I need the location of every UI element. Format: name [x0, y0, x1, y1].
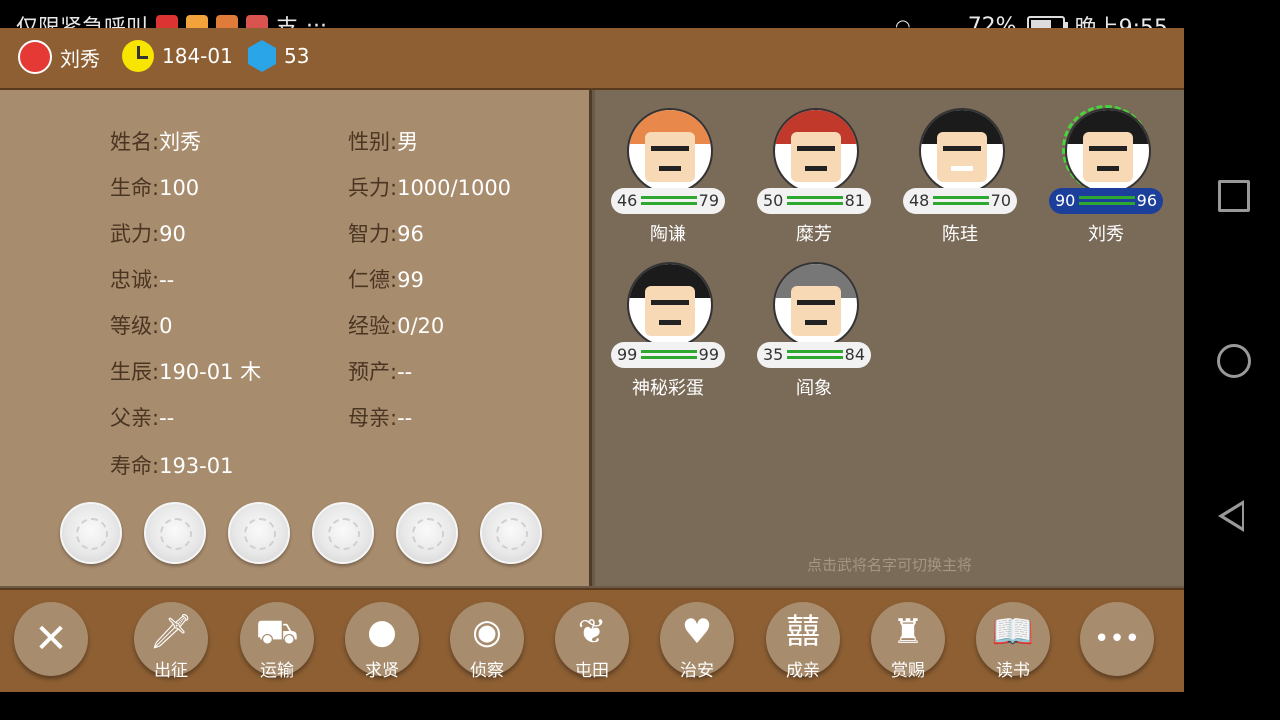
player-name: 刘秀 — [60, 46, 100, 71]
name-value: 刘秀 — [159, 130, 202, 154]
item-slots — [60, 502, 542, 564]
game-screen: 刘秀 184-01 53 姓名:刘秀 性别:男 生命:100 兵力:1000/1… — [0, 28, 1184, 694]
general-portrait — [919, 108, 1005, 194]
eye-icon: ◉ — [472, 612, 502, 652]
loyalty-field: 忠诚:-- — [110, 268, 175, 292]
gender-field: 性别:男 — [348, 130, 419, 154]
general-stats: 46 79 — [611, 188, 725, 214]
general-stats: 35 84 — [757, 342, 871, 368]
general-portrait — [627, 262, 713, 348]
action-toolbar: ✕ 🗡 出征 ⛟ 运输 ● 求贤 ◉ 侦察 ❦ 屯田 ♥ 治安 囍 成亲 ♜ 赏… — [0, 588, 1184, 694]
lifespan-field: 寿命:193-01 — [110, 454, 234, 478]
general-name[interactable]: 刘秀 — [1049, 220, 1163, 246]
mother-field: 母亲:-- — [348, 406, 413, 430]
home-icon[interactable] — [1217, 344, 1251, 378]
cart-icon: ⛟ — [255, 612, 299, 652]
person-icon: ● — [367, 612, 397, 652]
general-portrait — [1065, 108, 1151, 194]
general-portrait — [773, 108, 859, 194]
scout-button[interactable]: ◉ 侦察 — [450, 602, 526, 681]
player-indicator: 刘秀 — [18, 40, 100, 74]
gem-icon — [248, 40, 276, 72]
security-button[interactable]: ♥ 治安 — [660, 602, 736, 681]
close-button[interactable]: ✕ — [14, 602, 90, 678]
general-stats: 48 70 — [903, 188, 1017, 214]
recents-icon[interactable] — [1218, 180, 1250, 212]
general-name[interactable]: 陈珪 — [903, 220, 1017, 246]
farm-button[interactable]: ❦ 屯田 — [555, 602, 631, 681]
double-happiness-icon: 囍 — [786, 612, 820, 652]
father-field: 父亲:-- — [110, 406, 175, 430]
navigation-bar — [1184, 0, 1280, 720]
general-stats: 50 81 — [757, 188, 871, 214]
back-icon[interactable] — [1218, 500, 1244, 532]
generals-panel: 46 79 陶谦 50 81 糜芳 48 70 陈珪 90 96 刘秀 99 9… — [595, 90, 1184, 586]
item-slot-5[interactable] — [396, 502, 458, 564]
marry-button[interactable]: 囍 成亲 — [766, 602, 842, 681]
more-button[interactable]: ••• — [1080, 602, 1156, 678]
reward-button[interactable]: ♜ 赏赐 — [871, 602, 947, 681]
bottom-strip — [0, 692, 1184, 720]
clock-icon — [122, 40, 154, 72]
gem-indicator: 53 — [248, 40, 309, 72]
gem-count: 53 — [284, 44, 310, 68]
hp-field: 生命:100 — [110, 176, 200, 200]
item-slot-4[interactable] — [312, 502, 374, 564]
exp-field: 经验:0/20 — [348, 314, 445, 338]
general-portrait — [627, 108, 713, 194]
date-indicator: 184-01 — [122, 40, 233, 72]
more-icon: ••• — [1093, 624, 1140, 654]
birth-field: 生辰:190-01 木 — [110, 360, 262, 384]
transport-button[interactable]: ⛟ 运输 — [240, 602, 316, 681]
player-color-icon — [18, 40, 52, 74]
recruit-button[interactable]: ● 求贤 — [345, 602, 421, 681]
wheat-icon: ❦ — [577, 612, 607, 652]
general-info-panel: 姓名:刘秀 性别:男 生命:100 兵力:1000/1000 武力:90 智力:… — [0, 90, 592, 586]
force-field: 武力:90 — [110, 222, 186, 246]
gender-value: 男 — [397, 130, 419, 154]
general-name[interactable]: 神秘彩蛋 — [611, 374, 725, 400]
item-slot-6[interactable] — [480, 502, 542, 564]
name-field: 姓名:刘秀 — [110, 130, 202, 154]
troops-field: 兵力:1000/1000 — [348, 176, 512, 200]
general-stats: 99 99 — [611, 342, 725, 368]
item-slot-2[interactable] — [144, 502, 206, 564]
general-name[interactable]: 糜芳 — [757, 220, 871, 246]
campaign-button[interactable]: 🗡 出征 — [134, 602, 210, 681]
level-field: 等级:0 — [110, 314, 173, 338]
virtue-field: 仁德:99 — [348, 268, 424, 292]
general-name[interactable]: 陶谦 — [611, 220, 725, 246]
due-field: 预产:-- — [348, 360, 413, 384]
sword-icon: 🗡 — [149, 612, 193, 652]
gift-icon: ♜ — [892, 612, 924, 652]
resource-bar: 刘秀 184-01 53 — [0, 28, 1184, 90]
shield-icon: ♥ — [681, 612, 713, 652]
general-portrait — [773, 262, 859, 348]
general-stats: 90 96 — [1049, 188, 1163, 214]
close-icon: ✕ — [34, 616, 68, 662]
book-icon: 📖 — [991, 612, 1035, 652]
current-date: 184-01 — [162, 44, 233, 68]
switch-general-hint: 点击武将名字可切换主将 — [806, 556, 972, 574]
item-slot-3[interactable] — [228, 502, 290, 564]
read-button[interactable]: 📖 读书 — [976, 602, 1052, 681]
intel-field: 智力:96 — [348, 222, 424, 246]
item-slot-1[interactable] — [60, 502, 122, 564]
general-name[interactable]: 阎象 — [757, 374, 871, 400]
